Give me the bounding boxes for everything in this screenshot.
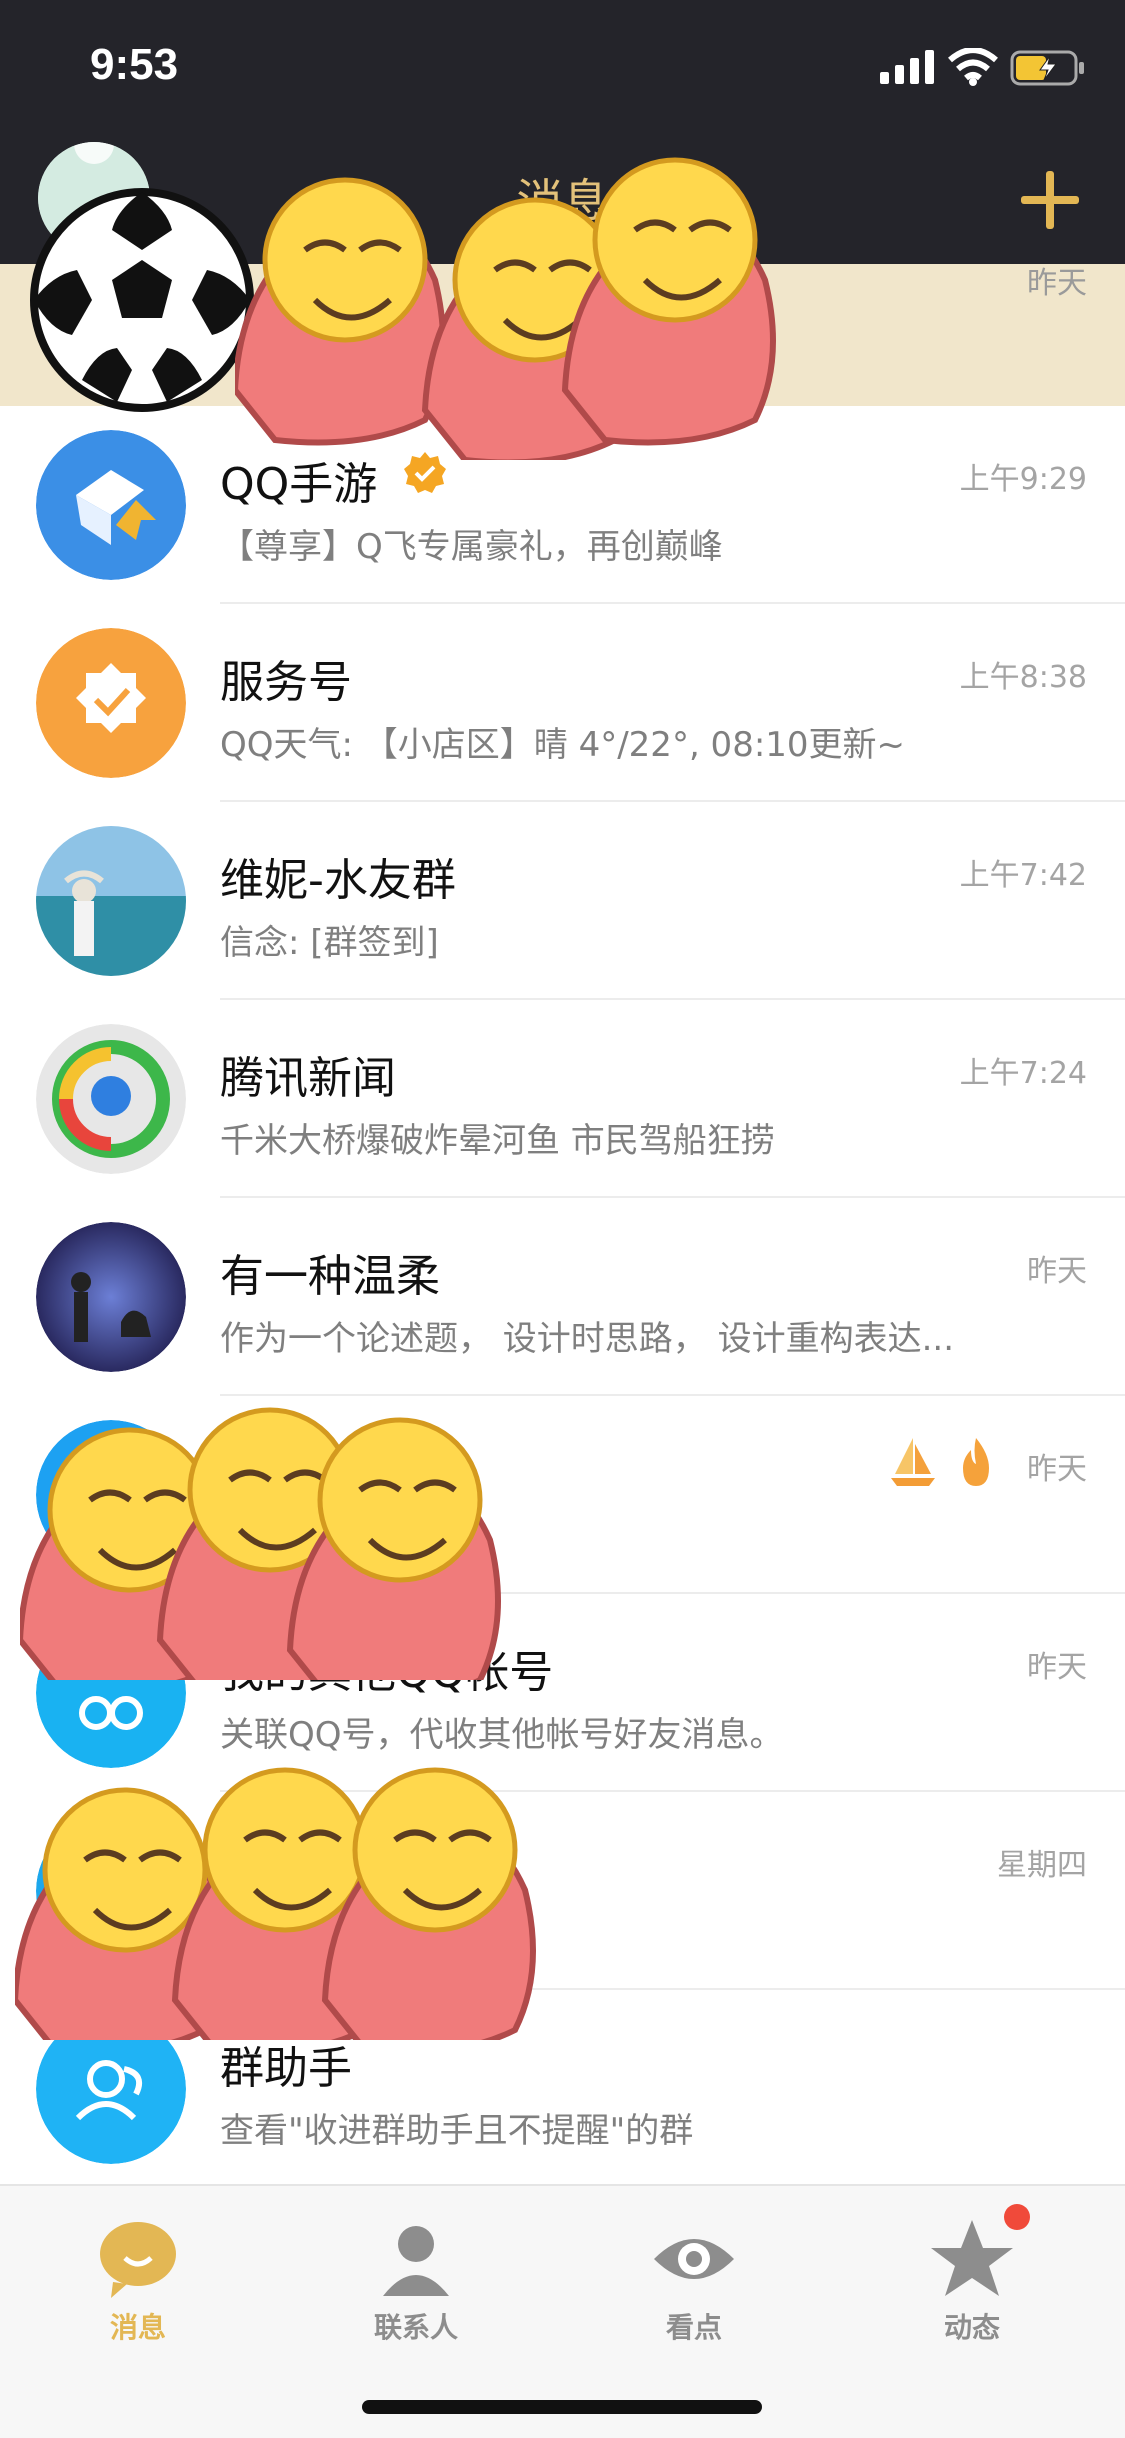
conversation-row-gentle[interactable]: 有一种温柔 作为一个论述题， 设计时思路， 设计重构表达... 昨天 — [0, 1198, 1125, 1396]
conversation-subtitle: 信念: [群签到] — [220, 923, 439, 963]
qq-games-avatar — [36, 430, 186, 580]
conversation-row-service[interactable]: 服务号 QQ天气: 【小店区】晴 4°/22°, 08:10更新~ 上午8:38 — [0, 604, 1125, 802]
emoji-sticker-group-top — [235, 157, 776, 460]
conversation-time: 上午7:42 — [959, 858, 1087, 893]
flame-icon — [963, 1438, 989, 1486]
star-icon — [931, 2220, 1013, 2296]
add-plus-button[interactable] — [1015, 165, 1085, 235]
conversation-title: 腾讯新闻 — [220, 1053, 396, 1104]
conversation-subtitle: QQ天气: 【小店区】晴 4°/22°, 08:10更新~ — [220, 725, 906, 765]
service-avatar — [36, 628, 186, 778]
sailboat-icon — [891, 1438, 935, 1486]
gentle-avatar — [36, 1222, 186, 1372]
conversation-title: 服务号 — [220, 657, 352, 708]
conversation-title: 维妮-水友群 — [220, 855, 456, 906]
contact-person-icon — [383, 2226, 449, 2296]
conversation-subtitle: 【尊享】Q飞专属豪礼，再创巅峰 — [220, 527, 723, 567]
conversation-time: 昨天 — [1027, 1254, 1087, 1289]
tab-label: 消息 — [109, 2311, 166, 2344]
conversation-subtitle: 作为一个论述题， 设计时思路， 设计重构表达... — [220, 1319, 955, 1359]
conversation-time: 上午7:24 — [959, 1056, 1087, 1091]
tab-label: 联系人 — [373, 2311, 458, 2344]
tencent-news-avatar — [36, 1024, 186, 1174]
message-bubble-icon — [100, 2222, 176, 2298]
conversation-time: 昨天 — [1027, 1650, 1087, 1685]
conversation-time: 星期四 — [997, 1848, 1087, 1883]
conversation-title: 有一种温柔 — [220, 1251, 440, 1302]
notification-badge — [1004, 2204, 1030, 2230]
soccer-ball-sticker — [30, 188, 254, 412]
wifi-icon — [948, 48, 998, 86]
tab-label: 动态 — [943, 2311, 1000, 2344]
conversation-title: 群助手 — [220, 2043, 352, 2094]
conversation-time: 上午9:29 — [959, 462, 1087, 497]
eye-icon — [654, 2239, 734, 2279]
emoji-sticker-group-middle — [20, 1407, 501, 1680]
battery-icon — [1010, 50, 1084, 86]
tab-watch[interactable]: 看点 — [604, 2206, 784, 2346]
conversation-time: 昨天 — [1027, 1452, 1087, 1487]
signal-icon — [880, 50, 934, 84]
conversation-time: 上午8:38 — [959, 660, 1087, 695]
emoji-sticker-group-bottom — [15, 1767, 536, 2040]
status-time: 9:53 — [90, 40, 179, 89]
conversation-subtitle: 千米大桥爆破炸晕河鱼 市民驾船狂捞 — [220, 1121, 775, 1161]
home-indicator[interactable] — [362, 2400, 762, 2414]
tab-contacts[interactable]: 联系人 — [326, 2206, 506, 2346]
conversation-row-tencent-news[interactable]: 腾讯新闻 千米大桥爆破炸晕河鱼 市民驾船狂捞 上午7:24 — [0, 1000, 1125, 1198]
tab-label: 看点 — [665, 2311, 722, 2344]
tab-dynamic[interactable]: 动态 — [882, 2204, 1062, 2346]
tab-messages[interactable]: 消息 — [48, 2206, 228, 2346]
conversation-subtitle: 查看"收进群助手且不提醒"的群 — [220, 2111, 694, 2151]
conversation-row-group[interactable]: 维妮-水友群 信念: [群签到] 上午7:42 — [0, 802, 1125, 1000]
pinned-time: 昨天 — [1027, 266, 1087, 301]
group-avatar — [36, 826, 186, 976]
